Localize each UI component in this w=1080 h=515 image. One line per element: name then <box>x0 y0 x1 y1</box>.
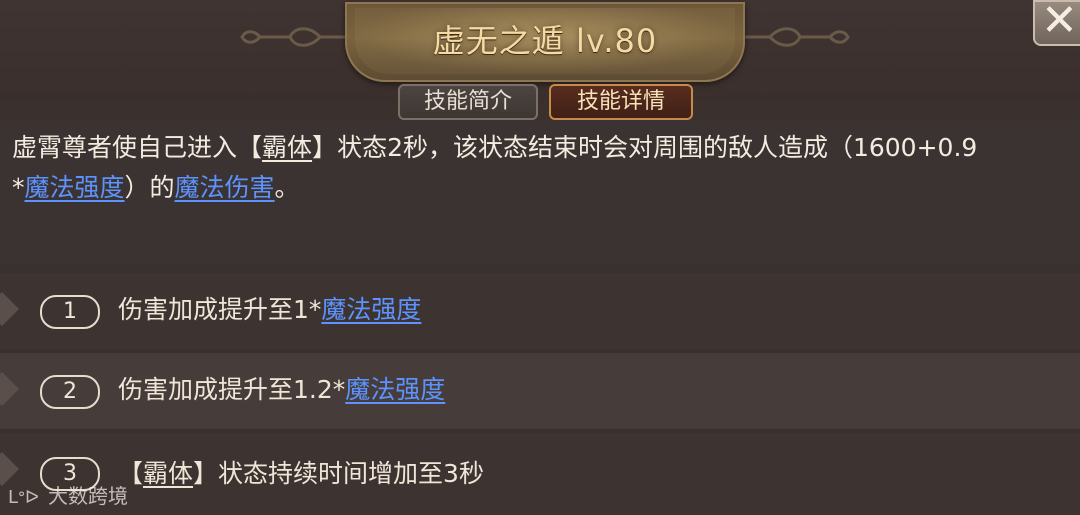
upgrade-desc: 状态持续时间增加至3秒 <box>218 459 484 488</box>
row-marker <box>0 372 19 406</box>
upgrade-number-badge: 1 <box>40 295 100 329</box>
upgrade-row-1: 1 伤害加成提升至1*魔法强度 <box>0 273 1080 349</box>
tab-skill-intro[interactable]: 技能简介 <box>398 84 538 120</box>
desc-text-3: ）的 <box>124 173 175 202</box>
desc-prefix: * <box>12 173 25 202</box>
keyword-link-magic-damage[interactable]: 魔法伤害 <box>175 173 275 202</box>
row-marker <box>0 292 19 326</box>
watermark: ᒪᐤᐅ 大数跨境 <box>8 480 128 509</box>
bracket-open: 【 <box>237 133 263 162</box>
close-button[interactable]: ✕ <box>1033 0 1080 46</box>
upgrade-desc: 伤害加成提升至1.2* <box>118 375 346 404</box>
keyword-link-bati[interactable]: 霸体 <box>143 459 193 488</box>
upgrade-text: 【霸体】状态持续时间增加至3秒 <box>118 457 484 491</box>
upgrade-text: 伤害加成提升至1*魔法强度 <box>118 293 421 327</box>
skill-name: 虚无之遁 <box>432 22 565 60</box>
keyword-link-magic-power[interactable]: 魔法强度 <box>321 295 421 324</box>
upgrade-number-badge: 2 <box>40 375 100 409</box>
skill-level: lv.80 <box>575 22 658 60</box>
upgrade-row-2: 2 伤害加成提升至1.2*魔法强度 <box>0 353 1080 429</box>
keyword-link-magic-power[interactable]: 魔法强度 <box>345 375 445 404</box>
desc-text-2: 状态2秒，该状态结束时会对周围的敌人造成（1600+0.9 <box>337 133 978 162</box>
upgrade-row-3: 3 【霸体】状态持续时间增加至3秒 <box>0 433 1080 515</box>
keyword-link-magic-power[interactable]: 魔法强度 <box>25 173 125 202</box>
bracket-close: 】 <box>193 459 219 488</box>
tab-skill-detail[interactable]: 技能详情 <box>549 84 693 120</box>
keyword-link-bati[interactable]: 霸体 <box>262 133 312 162</box>
close-icon: ✕ <box>1041 0 1078 46</box>
watermark-text: 大数跨境 <box>48 484 128 508</box>
bracket-close: 】 <box>312 133 338 162</box>
desc-text-1: 虚霄尊者使自己进入 <box>12 133 238 162</box>
upgrade-desc: 伤害加成提升至1* <box>118 295 322 324</box>
upgrade-text: 伤害加成提升至1.2*魔法强度 <box>118 373 445 407</box>
watermark-logo: ᒪᐤᐅ <box>8 487 39 508</box>
desc-text-end: 。 <box>274 173 300 202</box>
skill-title: 虚无之遁 lv.80 <box>345 16 745 62</box>
skill-description: 虚霄尊者使自己进入【霸体】状态2秒，该状态结束时会对周围的敌人造成（1600+0… <box>12 128 1080 208</box>
